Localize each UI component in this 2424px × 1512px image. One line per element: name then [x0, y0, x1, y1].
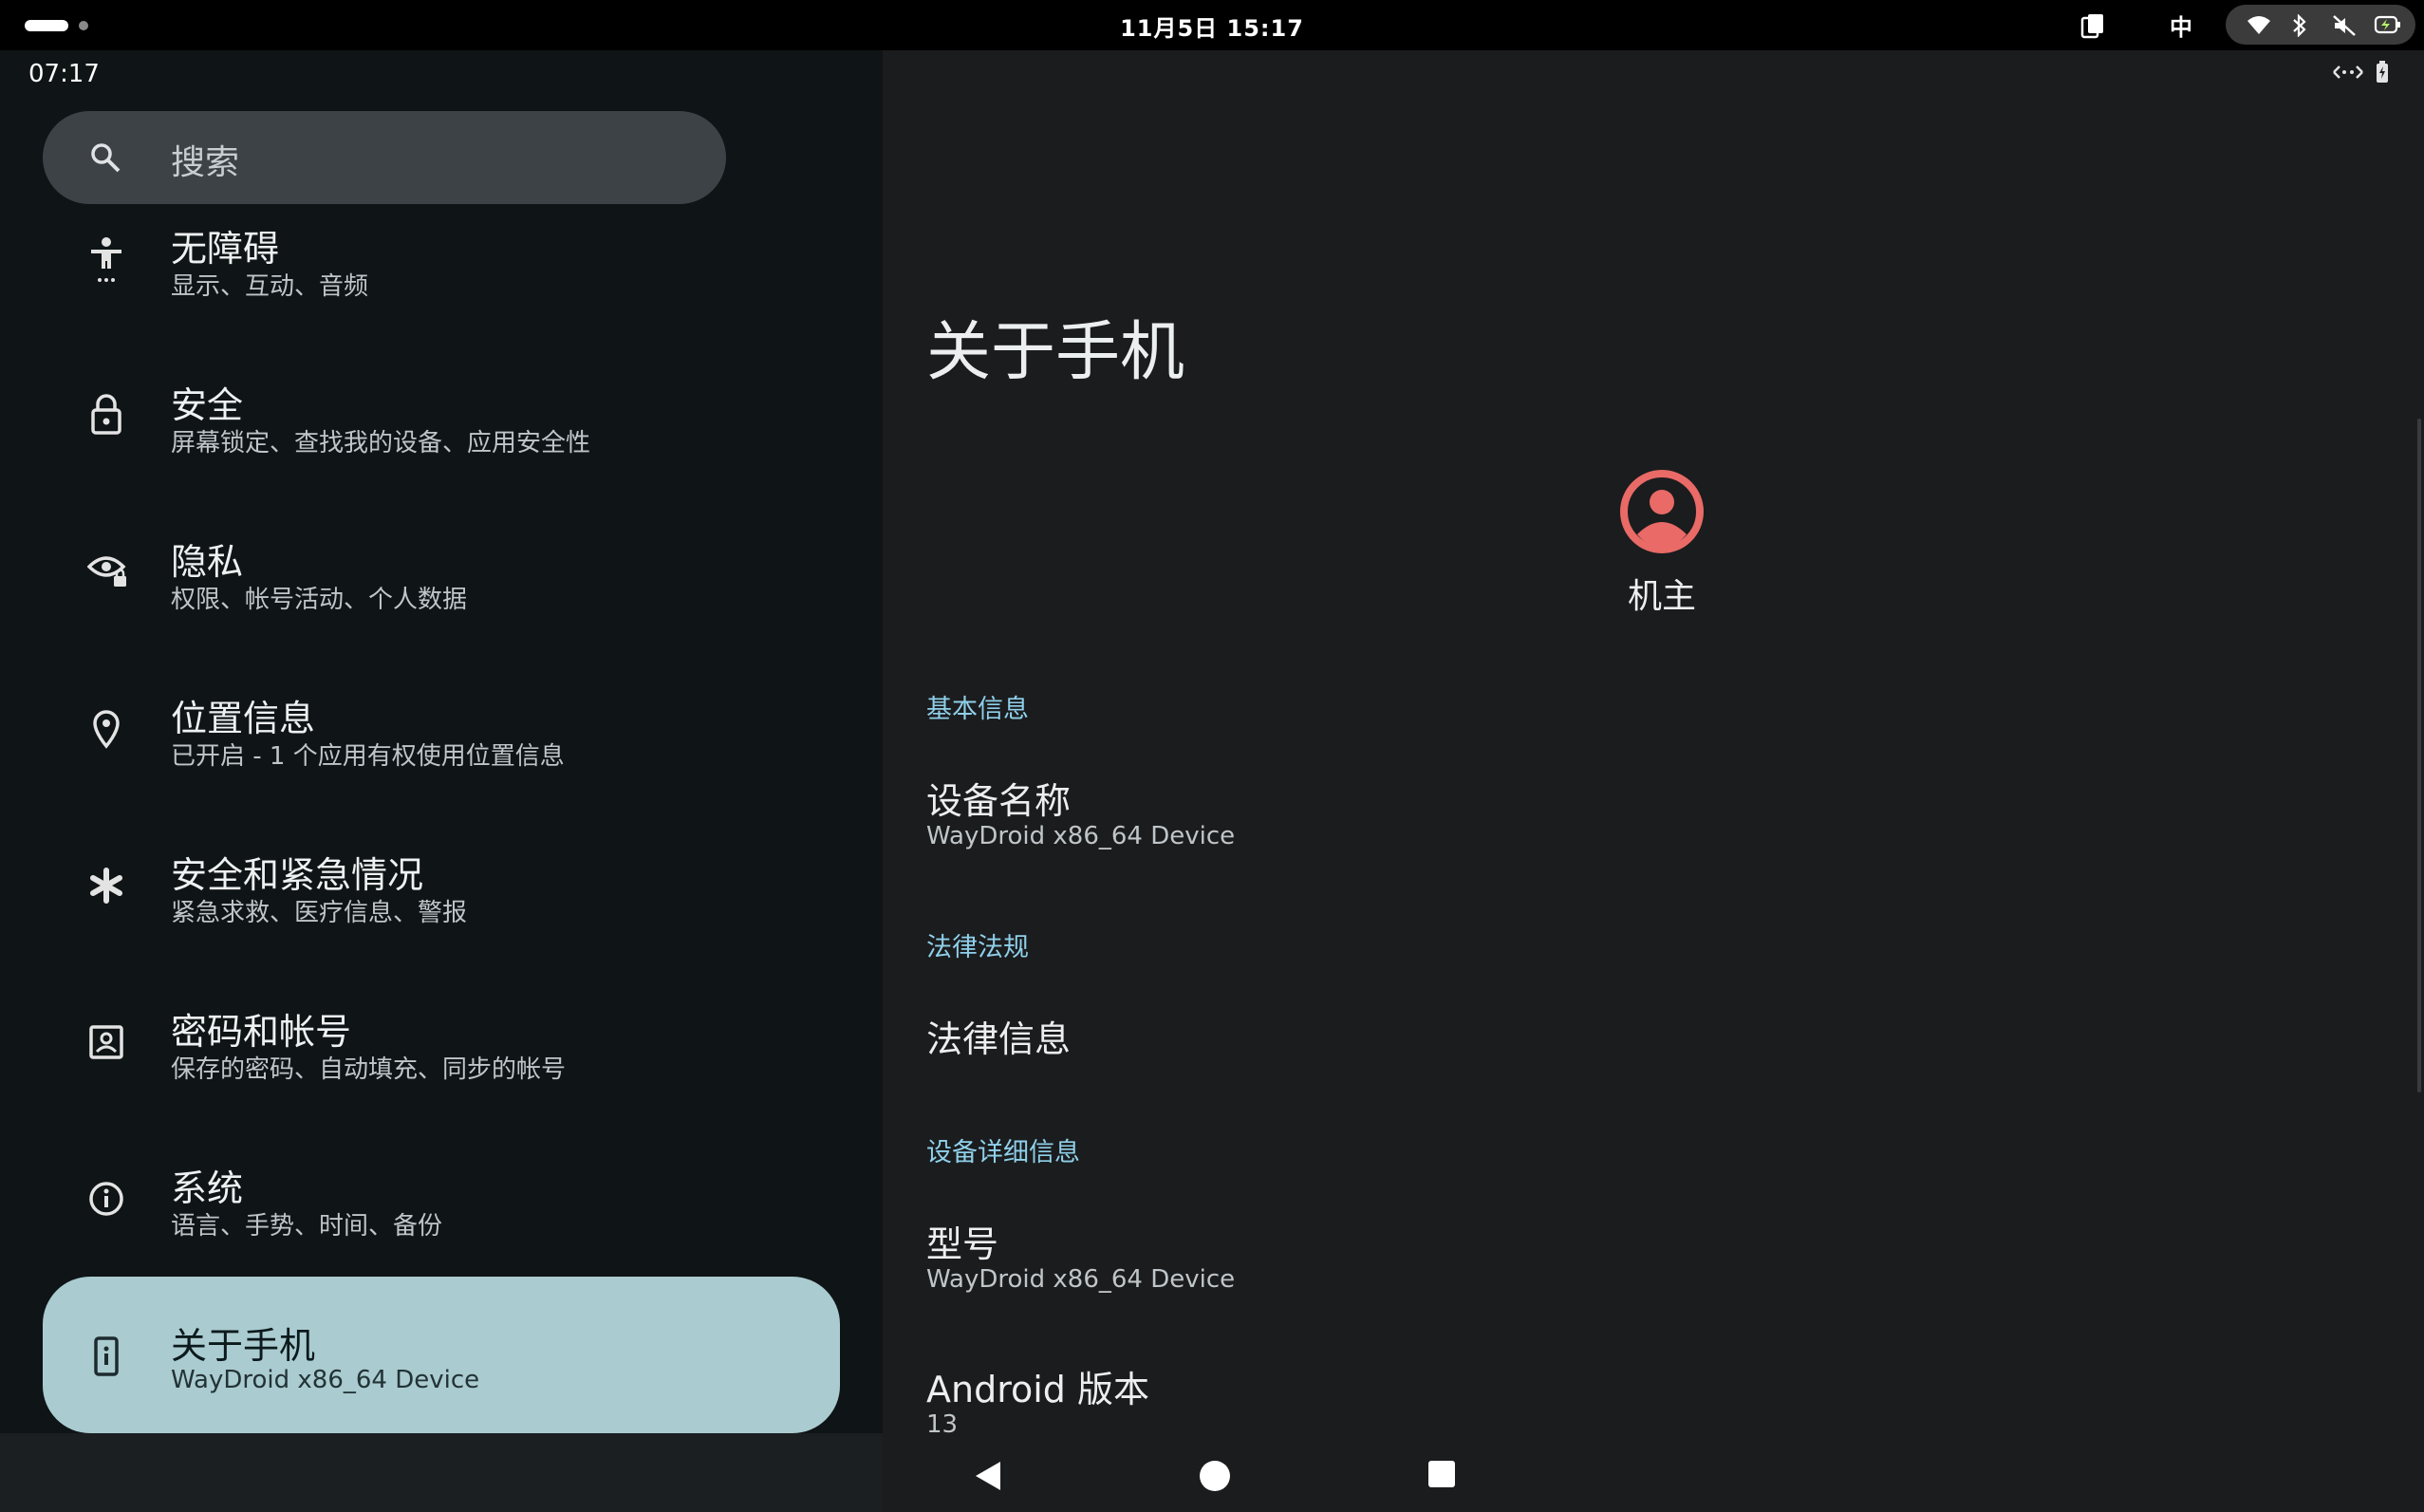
device-name-title[interactable]: 设备名称: [926, 772, 1071, 824]
search-icon: [91, 143, 121, 173]
status-bar-time: 07:17: [28, 60, 100, 88]
emergency-asterisk-icon: [90, 868, 122, 904]
battery-charging-icon: [2374, 15, 2400, 34]
sidebar-item-subtitle: 保存的密码、自动填充、同步的帐号: [171, 1055, 567, 1084]
search-bar[interactable]: 搜索: [43, 111, 726, 204]
privacy-eye-icon: [87, 556, 126, 587]
sidebar-item-title: 关于手机: [171, 1325, 316, 1367]
lock-icon: [91, 394, 121, 435]
navigation-bar: [883, 1424, 2424, 1512]
home-icon[interactable]: [1199, 1460, 1231, 1492]
status-icons: [2332, 60, 2390, 84]
sidebar-item-passwords-accounts[interactable]: 密码和帐号 保存的密码、自动填充、同步的帐号: [43, 1002, 840, 1145]
back-icon[interactable]: [972, 1460, 1004, 1492]
sidebar-item-title: 安全和紧急情况: [171, 854, 424, 896]
info-icon: [89, 1182, 123, 1216]
bluetooth-icon: [2293, 14, 2306, 37]
sidebar-item-title: 密码和帐号: [171, 1011, 352, 1053]
owner-label[interactable]: 机主: [1618, 569, 1706, 618]
battery-icon: [2377, 61, 2388, 83]
sidebar-item-title: 隐私: [171, 541, 244, 583]
sidebar-item-title: 系统: [171, 1167, 244, 1209]
phone-info-icon: [94, 1336, 119, 1376]
input-method-indicator[interactable]: 中: [2170, 9, 2192, 42]
desktop-clock[interactable]: 11月5日 15:17: [0, 9, 2424, 43]
wifi-icon: [2247, 16, 2270, 34]
sidebar-item-location[interactable]: 位置信息 已开启 - 1 个应用有权使用位置信息: [43, 689, 840, 831]
volume-muted-icon: [2333, 15, 2356, 36]
settings-sidebar: 07:17 搜索 无障碍 显示、互动、音频 安全 屏幕锁定、查找我的设备、应用安…: [0, 50, 883, 1512]
sidebar-item-subtitle: 权限、帐号活动、个人数据: [171, 586, 468, 614]
legal-info-title[interactable]: 法律信息: [926, 1010, 1071, 1062]
sidebar-item-about-phone[interactable]: 关于手机 WayDroid x86_64 Device: [43, 1277, 840, 1433]
user-avatar-icon[interactable]: [1618, 468, 1706, 555]
data-saver-icon: [2333, 65, 2363, 79]
accessibility-icon: [91, 237, 121, 282]
model-summary: WayDroid x86_64 Device: [926, 1265, 1236, 1294]
sidebar-item-subtitle: 已开启 - 1 个应用有权使用位置信息: [171, 742, 565, 771]
sidebar-item-subtitle: WayDroid x86_64 Device: [171, 1366, 480, 1394]
model-title[interactable]: 型号: [926, 1215, 998, 1267]
android-version-title[interactable]: Android 版本: [926, 1360, 1149, 1412]
sidebar-item-subtitle: 语言、手势、时间、备份: [171, 1212, 443, 1241]
page-title: 关于手机: [926, 315, 1185, 390]
sidebar-item-security[interactable]: 安全 屏幕锁定、查找我的设备、应用安全性: [43, 376, 840, 518]
sidebar-item-title: 位置信息: [171, 698, 316, 739]
desktop-top-bar: 11月5日 15:17 中: [0, 0, 2424, 50]
section-header-details: 设备详细信息: [926, 1138, 1080, 1167]
sidebar-item-safety-emergency[interactable]: 安全和紧急情况 紧急求救、医疗信息、警报: [43, 846, 840, 988]
about-phone-panel: 关于手机 机主 基本信息 设备名称 WayDroid x86_64 Device…: [883, 50, 2424, 1512]
account-box-icon: [89, 1025, 123, 1059]
sidebar-item-subtitle: 紧急求救、医疗信息、警报: [171, 899, 468, 927]
recents-icon[interactable]: [1427, 1460, 1456, 1488]
sidebar-item-subtitle: 屏幕锁定、查找我的设备、应用安全性: [171, 429, 591, 457]
sidebar-bottom-area: [0, 1433, 883, 1512]
clipboard-icon[interactable]: [2080, 12, 2105, 39]
search-placeholder: 搜索: [171, 143, 240, 182]
location-pin-icon: [93, 710, 120, 749]
sidebar-item-accessibility[interactable]: 无障碍 显示、互动、音频: [43, 219, 840, 362]
scrollbar[interactable]: [2417, 419, 2421, 1092]
sidebar-item-title: 安全: [171, 384, 244, 426]
sidebar-item-privacy[interactable]: 隐私 权限、帐号活动、个人数据: [43, 532, 840, 675]
sidebar-item-title: 无障碍: [171, 228, 280, 270]
device-name-summary: WayDroid x86_64 Device: [926, 822, 1236, 850]
sidebar-item-subtitle: 显示、互动、音频: [171, 272, 369, 301]
section-header-basic: 基本信息: [926, 695, 1029, 724]
system-tray[interactable]: [2226, 5, 2415, 45]
section-header-legal: 法律法规: [926, 933, 1029, 962]
